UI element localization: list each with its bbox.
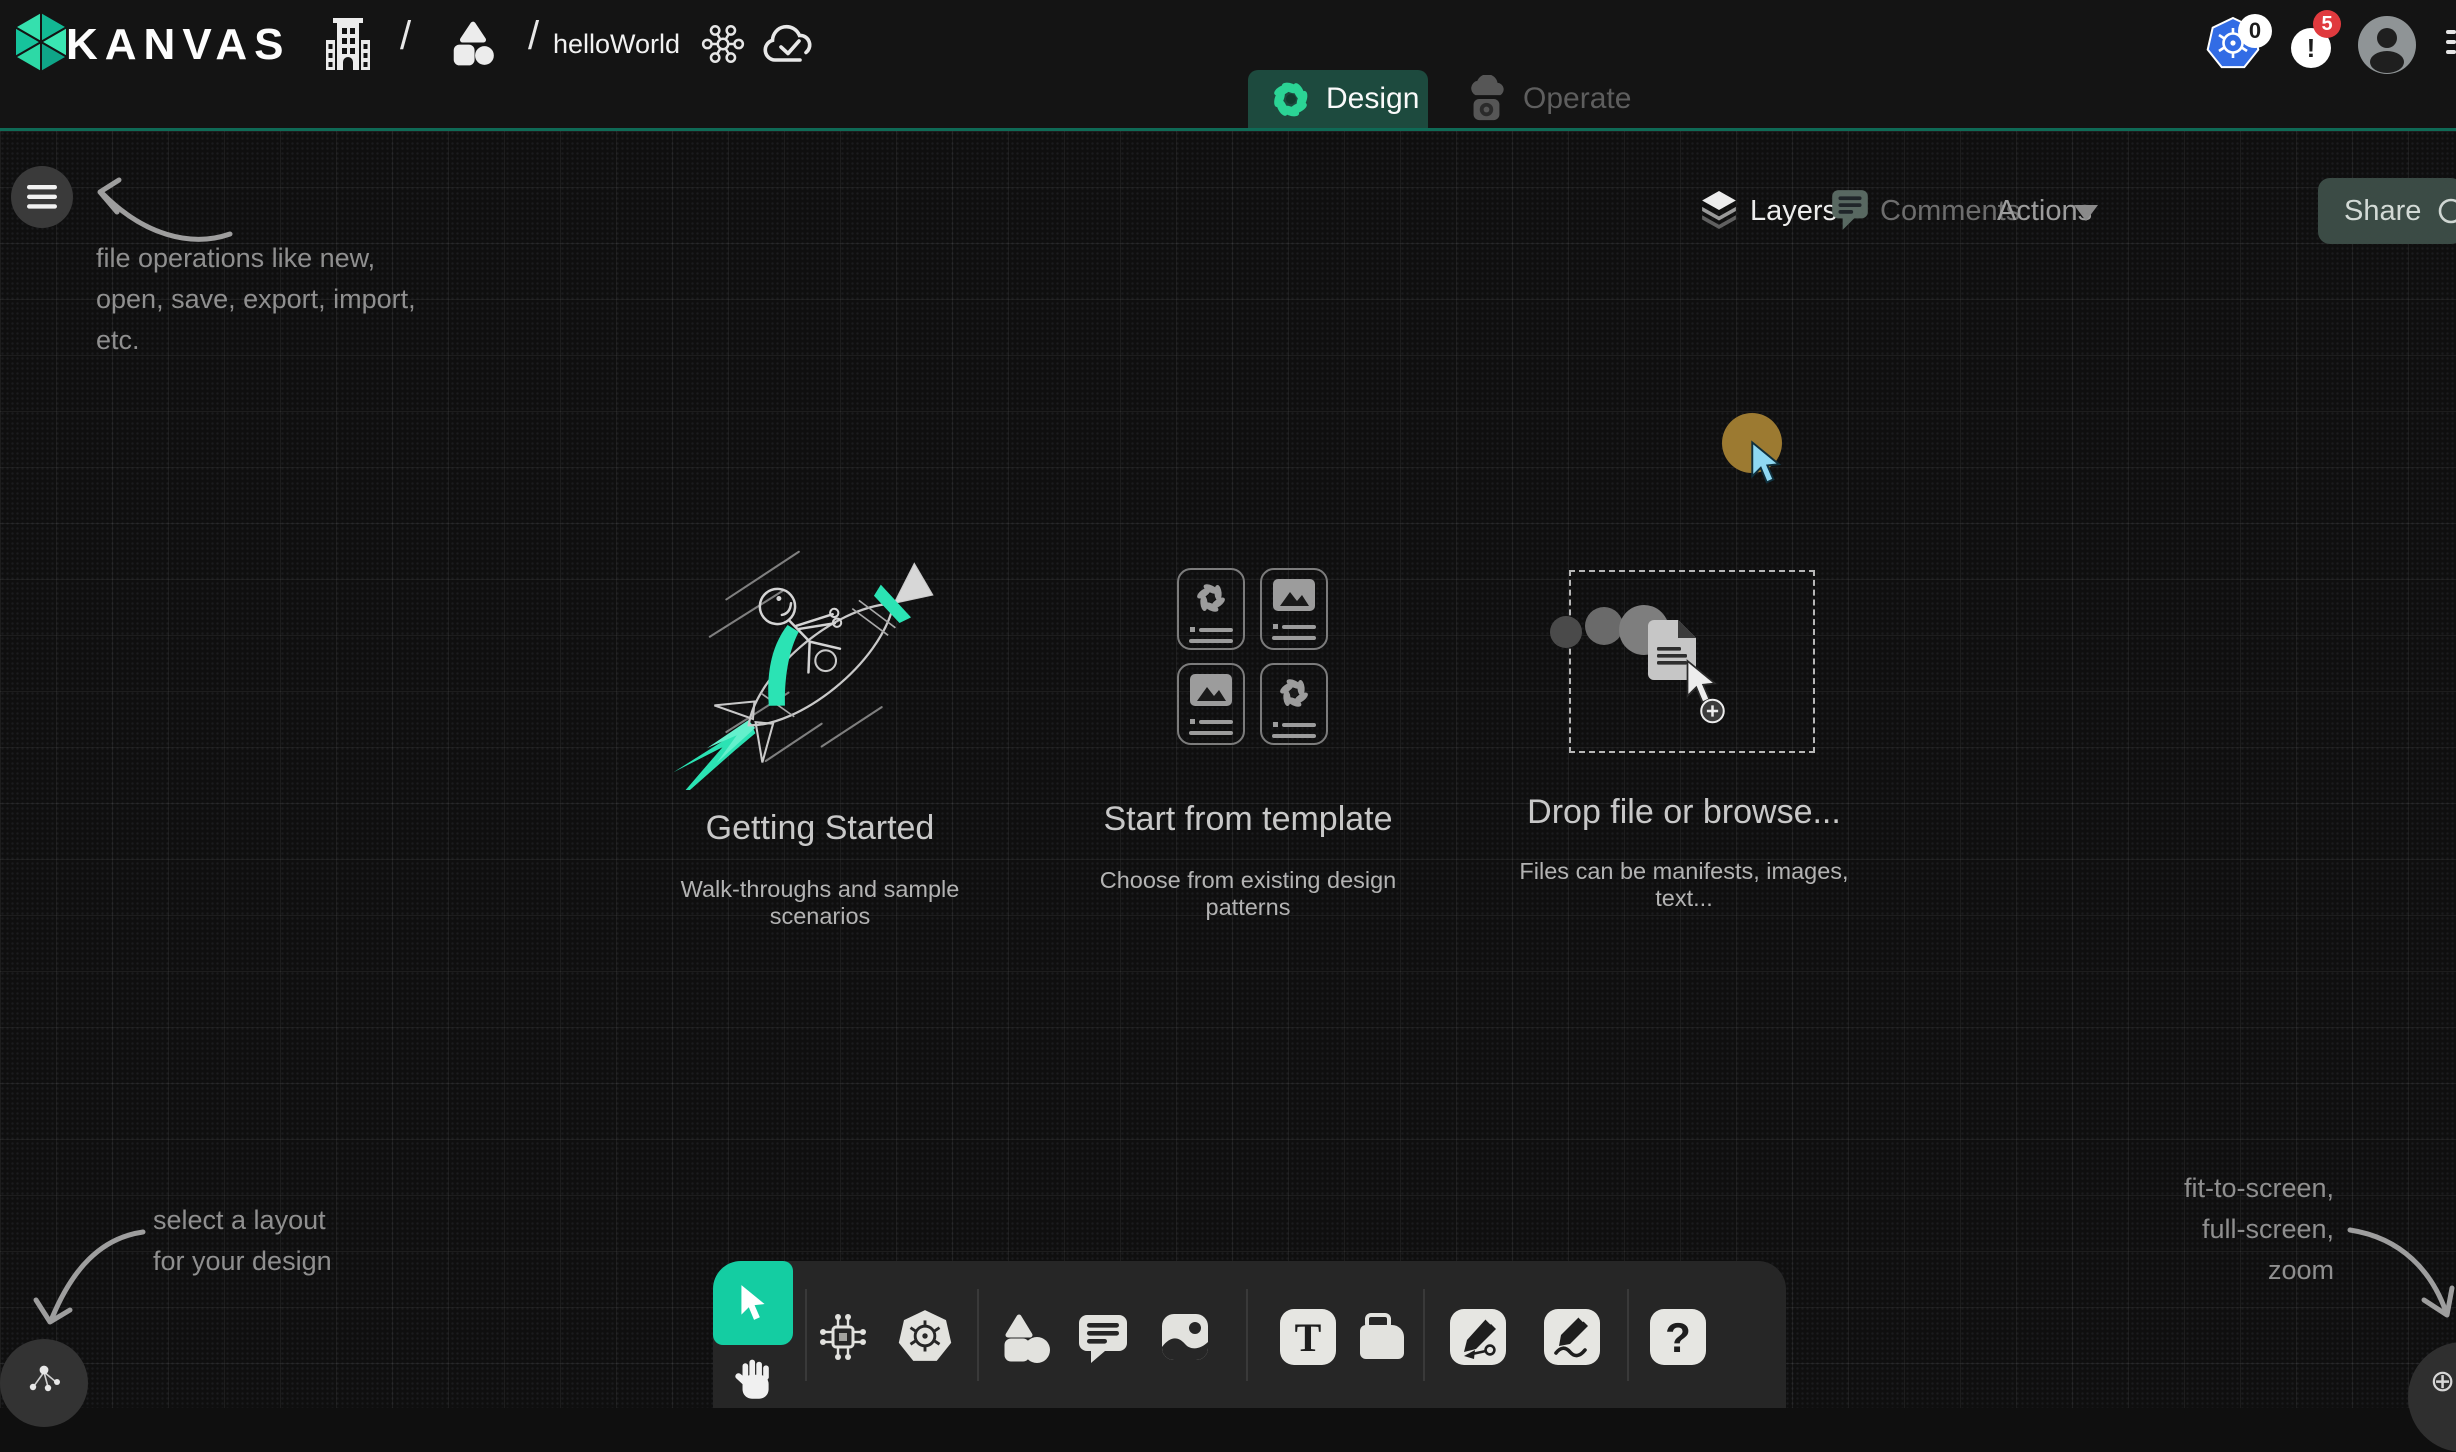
toolbar-divider [1423,1289,1425,1381]
environment-hub-icon[interactable] [700,21,746,67]
design-glyph-icon [1191,578,1231,618]
tool-sketch[interactable] [1543,1308,1601,1366]
toolbar-divider [977,1289,979,1381]
tool-connections[interactable] [814,1308,872,1366]
design-name[interactable]: helloWorld [553,29,680,60]
template-tile [1177,568,1245,650]
tab-operate-label: Operate [1523,82,1631,116]
image-glyph-icon [1272,578,1316,612]
annotation-arrow-layout [28,1220,153,1335]
layers-icon [1700,188,1738,232]
hand-icon [731,1357,777,1405]
toolbar-divider [1627,1289,1629,1381]
layout-selector-button[interactable] [0,1339,88,1427]
card-start-from-template[interactable]: Start from template Choose from existing… [1058,800,1438,921]
kubernetes-count: 0 [2249,18,2261,44]
tool-image[interactable] [1156,1308,1214,1366]
sketch-tool-icon [1544,1309,1600,1365]
organization-icon[interactable] [320,16,376,72]
toolbar-divider [805,1289,807,1381]
image-media-icon [1157,1309,1213,1365]
breadcrumb-separator: / [400,14,411,59]
image-glyph-icon [1189,673,1233,707]
comment-bubble-icon [1075,1309,1131,1365]
template-tile [1177,663,1245,745]
tool-shapes[interactable] [996,1308,1054,1366]
workspace-icon[interactable] [448,18,498,68]
connections-chip-icon [815,1309,871,1365]
template-tile [1260,568,1328,650]
card-getting-started[interactable]: Getting Started Walk-throughs and sample… [640,500,1000,920]
getting-started-subtitle: Walk-throughs and sample scenarios [640,876,1000,930]
tool-text[interactable]: T [1279,1308,1337,1366]
kubernetes-count-badge[interactable]: 0 [2238,14,2272,48]
design-toolbar: T [713,1261,1786,1408]
cloud-save-status-icon[interactable] [760,20,816,68]
drop-cursor-icon [1680,658,1730,724]
tab-design-label: Design [1326,82,1419,116]
template-tile [1260,663,1328,745]
operate-tab-icon [1463,75,1509,123]
actions-dropdown-caret-icon[interactable] [2072,202,2100,224]
text-tool-icon: T [1280,1309,1336,1365]
select-cursor-icon [735,1283,771,1323]
share-button[interactable]: Share [2318,178,2456,244]
notification-count-badge[interactable]: 5 [2313,10,2341,38]
hamburger-icon [27,185,57,209]
layout-graph-icon [26,1360,62,1396]
kubernetes-helm-icon [896,1308,954,1366]
help-icon: ? [1650,1309,1706,1365]
main-menu-button[interactable] [11,166,73,228]
zoom-in-icon[interactable]: ⊕ [2430,1364,2455,1399]
kanvas-logo-icon[interactable] [12,10,70,74]
drop-trail-dot [1585,607,1623,645]
drop-title: Drop file or browse... [1494,793,1874,832]
comments-icon [1830,188,1870,232]
design-tab-icon [1270,78,1312,120]
breadcrumb-separator: / [528,14,539,59]
drop-trail-dot [1550,616,1582,648]
annotation-select-layout: select a layout for your design [153,1200,332,1282]
share-lock-icon [2436,196,2456,226]
template-preview-grid[interactable] [1177,568,1328,745]
tab-operate[interactable]: Operate [1441,70,1656,128]
tool-comment[interactable] [1074,1308,1132,1366]
person-icon [2358,16,2416,74]
annotation-arrow-zoom [2340,1216,2456,1326]
brand-name: KANVAS [66,20,291,70]
pen-tool-icon [1450,1309,1506,1365]
annotation-file-operations: file operations like new, open, save, ex… [96,238,416,361]
tool-notes[interactable] [1353,1308,1411,1366]
header-menu-icon[interactable] [2446,30,2456,64]
getting-started-title: Getting Started [640,809,1000,848]
tool-pen[interactable] [1449,1308,1507,1366]
layers-button[interactable]: Layers [1750,195,1837,228]
user-avatar[interactable] [2358,16,2416,74]
design-glyph-icon [1274,673,1314,713]
annotation-zoom-controls: fit-to-screen, full-screen, zoom [2134,1168,2334,1291]
drop-subtitle: Files can be manifests, images, text... [1494,858,1874,912]
tab-accent-line [0,128,2456,131]
notes-icon [1354,1309,1410,1365]
collaborator-cursor-icon [1747,440,1789,486]
shapes-icon [997,1309,1053,1365]
app-header: KANVAS / / helloWorld [0,0,2456,128]
share-button-label: Share [2344,195,2421,228]
svg-text:T: T [1295,1315,1322,1360]
template-title: Start from template [1058,800,1438,839]
tool-select[interactable] [713,1261,793,1345]
svg-text:?: ? [1665,1314,1691,1361]
template-subtitle: Choose from existing design patterns [1058,867,1438,921]
notification-count: 5 [2321,13,2332,36]
tool-help[interactable]: ? [1649,1308,1707,1366]
tool-pan[interactable] [731,1357,777,1405]
tab-design[interactable]: Design [1248,70,1428,128]
toolbar-divider [1246,1289,1248,1381]
rocket-doodle [662,500,1002,790]
tool-kubernetes[interactable] [896,1308,954,1366]
card-drop-file[interactable]: Drop file or browse... Files can be mani… [1494,793,1874,912]
